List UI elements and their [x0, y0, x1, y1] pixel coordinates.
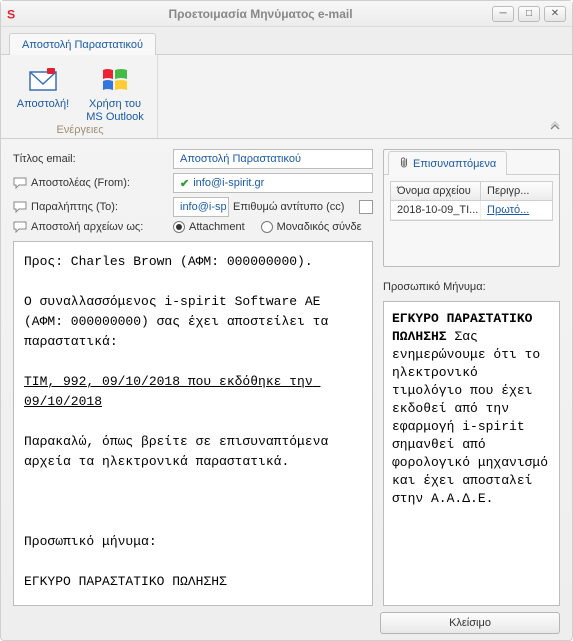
email-compose-window: S Προετοιμασία Μηνύματος e-mail ─ □ ✕ Απ… [0, 0, 573, 641]
body-document-link[interactable]: ΤΙΜ, 992, 09/10/2018 που εκδόθηκε την 09… [24, 374, 320, 409]
app-icon: S [7, 7, 21, 21]
attachments-table: Όνομα αρχείου Περιγρ... 2018-10-09_TI...… [390, 181, 553, 221]
body-pm-line: ΕΓΚΥΡΟ ΠΑΡΑΣΤΑΤΙΚΟ ΠΩΛΗΣΗΣ [24, 574, 227, 589]
table-row[interactable]: 2018-10-09_TI... Πρωτό... [391, 201, 552, 220]
ribbon: Αποστολή! Χρήση του MS Outlook Ενέργειες [1, 55, 572, 139]
left-column: Τίτλος email: Αποστολή Παραστατικού Αποσ… [13, 149, 373, 606]
cc-checkbox[interactable] [359, 200, 373, 214]
close-window-button[interactable]: ✕ [544, 6, 566, 22]
cc-label: Επιθυμώ αντίτυπο (cc) [233, 201, 344, 213]
sender-label-text: Αποστολέας (From): [31, 177, 130, 189]
footer: Κλείσιμο [13, 606, 560, 634]
check-icon: ✔ [180, 177, 189, 190]
send-button-label: Αποστολή! [17, 98, 69, 111]
speech-bubble-icon [13, 221, 27, 233]
attachments-tab[interactable]: Επισυναπτόμενα [388, 151, 507, 175]
close-button[interactable]: Κλείσιμο [380, 612, 560, 634]
col-description[interactable]: Περιγρ... [481, 182, 552, 200]
email-form: Τίτλος email: Αποστολή Παραστατικού Αποσ… [13, 149, 373, 233]
attachments-panel: Επισυναπτόμενα Όνομα αρχείου Περιγρ... 2… [383, 149, 560, 267]
paperclip-icon [399, 156, 409, 171]
titlebar: S Προετοιμασία Μηνύματος e-mail ─ □ ✕ [1, 1, 572, 27]
window-title: Προετοιμασία Μηνύματος e-mail [29, 7, 492, 21]
sender-input[interactable]: ✔ info@i-spirit.gr [173, 173, 373, 193]
body-to-line: Προς: Charles Brown (ΑΦΜ: 000000000). [24, 254, 313, 269]
radio-attachment-label: Attachment [189, 221, 245, 233]
ribbon-collapse-button[interactable] [546, 120, 564, 134]
message-body[interactable]: Προς: Charles Brown (ΑΦΜ: 000000000). Ο … [13, 241, 373, 606]
sender-value: info@i-spirit.gr [193, 177, 264, 189]
title-label: Τίτλος email: [13, 153, 173, 165]
attachments-tab-label: Επισυναπτόμενα [413, 158, 496, 170]
sendas-label: Αποστολή αρχείων ως: [13, 221, 173, 233]
radio-icon [173, 221, 185, 233]
speech-bubble-icon [13, 201, 27, 213]
radio-unique-label: Μοναδικός σύνδε [277, 221, 362, 233]
windows-flag-icon [99, 64, 131, 96]
attachment-filename: 2018-10-09_TI... [391, 201, 481, 219]
right-column: Επισυναπτόμενα Όνομα αρχείου Περιγρ... 2… [383, 149, 560, 606]
recipient-label-text: Παραλήπτης (To): [31, 201, 118, 213]
maximize-button[interactable]: □ [518, 6, 540, 22]
ribbon-group-label: Ενέργειες [1, 124, 159, 136]
recipient-input[interactable]: info@i-sp [173, 197, 229, 217]
use-outlook-label: Χρήση του MS Outlook [86, 98, 143, 124]
body-please: Παρακαλώ, όπως βρείτε σε επισυναπτόμενα … [24, 434, 336, 469]
radio-icon [261, 221, 273, 233]
body-intro: Ο συναλλασσόμενος i-spirit Software AE (… [24, 294, 336, 349]
personal-message-box[interactable]: ΕΓΚΥΡΟ ΠΑΡΑΣΤΑΤΙΚΟ ΠΩΛΗΣΗΣ Σας ενημερώνο… [383, 301, 560, 606]
content-area: Τίτλος email: Αποστολή Παραστατικού Αποσ… [1, 139, 572, 640]
tab-send-document[interactable]: Αποστολή Παραστατικού [9, 33, 156, 55]
col-filename[interactable]: Όνομα αρχείου [391, 182, 481, 200]
minimize-button[interactable]: ─ [492, 6, 514, 22]
envelope-icon [27, 64, 59, 96]
personal-message-text: Σας ενημερώνουμε ότι το ηλεκτρονικό τιμο… [392, 329, 548, 506]
main-tabstrip: Αποστολή Παραστατικού [1, 27, 572, 55]
recipient-label: Παραλήπτης (To): [13, 201, 173, 213]
speech-bubble-icon [13, 177, 27, 189]
personal-message-label: Προσωπικό Μήνυμα: [383, 281, 560, 293]
svg-text:S: S [7, 7, 15, 21]
body-pm-heading: Προσωπικό μήνυμα: [24, 534, 157, 549]
attachment-desc-link[interactable]: Πρωτό... [487, 204, 529, 216]
sendas-label-text: Αποστολή αρχείων ως: [31, 221, 143, 233]
radio-attachment[interactable]: Attachment [173, 221, 245, 233]
title-input[interactable]: Αποστολή Παραστατικού [173, 149, 373, 169]
radio-unique-link[interactable]: Μοναδικός σύνδε [261, 221, 362, 233]
sender-label: Αποστολέας (From): [13, 177, 173, 189]
